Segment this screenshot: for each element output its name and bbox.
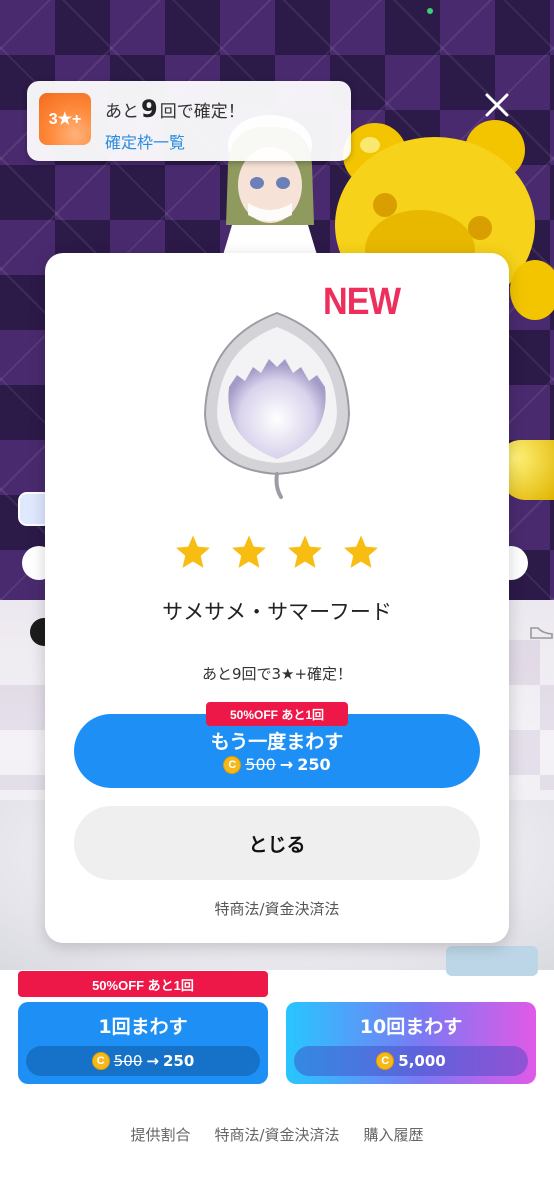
item-name: サメサメ・サマーフード xyxy=(162,600,392,624)
star-icon xyxy=(344,535,378,568)
rarity-badge: 3★+ xyxy=(39,93,91,145)
star-icon xyxy=(232,535,266,568)
shark-hood-item-image xyxy=(203,311,351,499)
countdown-suffix: 回で確定！ xyxy=(159,102,245,122)
discount-tag: 50%OFF あと1回 xyxy=(18,971,268,997)
law-link[interactable]: 特商法/資金決済法 xyxy=(45,898,509,919)
countdown-number: 9 xyxy=(141,95,158,123)
purchase-history-link[interactable]: 購入履歴 xyxy=(364,1124,424,1145)
spin-once-button[interactable]: 1回まわす C 500 → 250 xyxy=(18,1002,268,1084)
spin-again-price: C 500 → 250 xyxy=(74,755,480,774)
rarity-stars xyxy=(45,533,509,571)
status-dot xyxy=(427,8,433,14)
gacha-result-dialog: NEW サメサメ・サマーフード あと9回で3★+確定！ 50%OFF あと1回 … xyxy=(45,253,509,943)
shoe-icon[interactable] xyxy=(528,618,554,644)
price-arrow: → xyxy=(279,755,294,774)
guarantee-banner: 3★+ あと9 回で確定！ 確定枠一覧 xyxy=(27,81,351,161)
star-icon xyxy=(176,535,210,568)
new-price: 250 xyxy=(162,1052,195,1070)
star-icon xyxy=(288,535,322,568)
close-icon[interactable] xyxy=(482,90,512,120)
close-button[interactable]: とじる xyxy=(74,806,480,880)
spin-ten-price: C 5,000 xyxy=(294,1046,528,1076)
item-thumbnail[interactable] xyxy=(446,946,538,976)
coin-icon: C xyxy=(223,755,242,774)
spin-once-label: 1回まわす xyxy=(98,1016,188,1038)
guarantee-list-link[interactable]: 確定枠一覧 xyxy=(105,129,185,153)
price-arrow: → xyxy=(146,1052,159,1070)
coin-icon: C xyxy=(91,1052,110,1070)
discount-tag: 50%OFF あと1回 xyxy=(206,702,348,726)
rates-link[interactable]: 提供割合 xyxy=(130,1124,190,1145)
old-price: 500 xyxy=(113,1052,143,1070)
spin-once-price: C 500 → 250 xyxy=(26,1046,260,1076)
spin-again-label: もう一度まわす xyxy=(210,731,344,753)
price-value: 5,000 xyxy=(398,1052,446,1070)
law-link[interactable]: 特商法/資金決済法 xyxy=(214,1124,339,1145)
countdown-prefix: あと xyxy=(105,102,139,122)
coin-icon: C xyxy=(376,1052,395,1070)
old-price: 500 xyxy=(245,755,276,774)
guarantee-text: あと9回で3★+確定！ xyxy=(201,665,353,683)
guarantee-countdown: あと9 回で確定！ xyxy=(105,95,245,123)
spin-ten-label: 10回まわす xyxy=(359,1016,463,1038)
new-price: 250 xyxy=(297,755,331,774)
footer-links: 提供割合 特商法/資金決済法 購入履歴 xyxy=(0,1124,554,1145)
spin-ten-button[interactable]: 10回まわす C 5,000 xyxy=(286,1002,536,1084)
